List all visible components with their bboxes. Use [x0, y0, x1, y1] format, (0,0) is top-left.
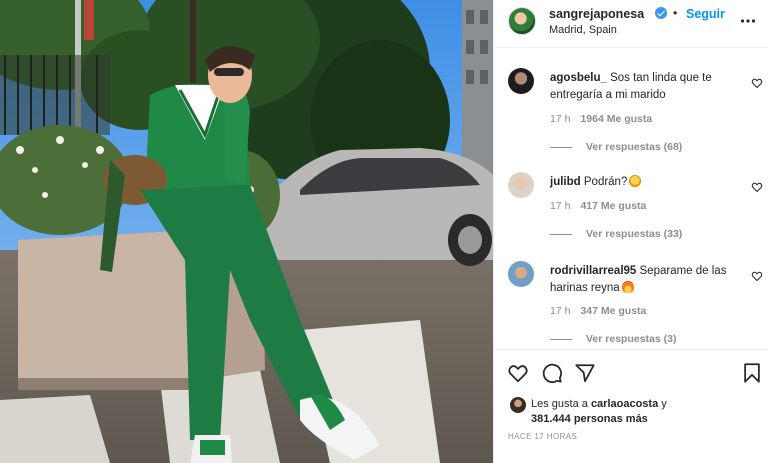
- comment-meta: 17 h 347 Me gusta: [550, 305, 646, 317]
- comment-text: rodrivillarreal95 Separame de las harina…: [550, 263, 746, 297]
- comment-icon[interactable]: [541, 362, 563, 384]
- post-photo[interactable]: [0, 0, 493, 463]
- commenter-avatar[interactable]: [508, 68, 534, 94]
- post-header: sangrejaponesa • Seguir Madrid, Spain: [494, 0, 768, 48]
- post-timestamp[interactable]: HACE 17 HORAS: [508, 432, 577, 441]
- comment-text: julibd Podrán?: [550, 174, 746, 191]
- comment-time[interactable]: 17 h: [550, 113, 570, 125]
- comment-meta: 17 h 417 Me gusta: [550, 200, 646, 212]
- likes-summary: Les gusta a carlaoacosta y 381.444 perso…: [494, 393, 768, 427]
- view-replies-button[interactable]: Ver respuestas (33): [550, 228, 682, 240]
- likes-count[interactable]: 381.444 personas más: [531, 413, 648, 425]
- replies-divider: [550, 233, 572, 235]
- bookmark-icon[interactable]: [741, 362, 763, 384]
- view-replies-label[interactable]: Ver respuestas (3): [586, 333, 676, 345]
- comment-like-heart-icon[interactable]: [751, 181, 763, 193]
- fire-emoji: [621, 281, 634, 293]
- follow-button[interactable]: Seguir: [686, 7, 725, 21]
- likes-prefix: Les gusta a: [531, 398, 588, 410]
- more-options-icon[interactable]: [740, 13, 756, 29]
- view-replies-label[interactable]: Ver respuestas (33): [586, 228, 682, 240]
- liker-avatar[interactable]: [510, 397, 526, 413]
- liker-username[interactable]: carlaoacosta: [591, 398, 658, 410]
- comment-meta: 17 h 1964 Me gusta: [550, 113, 652, 125]
- verified-badge-icon: [655, 7, 667, 19]
- action-bar: [494, 349, 768, 393]
- comment-likes[interactable]: 347 Me gusta: [580, 305, 646, 317]
- likes-suffix: y: [661, 398, 667, 410]
- commenter-avatar[interactable]: [508, 261, 534, 287]
- comment-time[interactable]: 17 h: [550, 200, 570, 212]
- comment-likes[interactable]: 417 Me gusta: [580, 200, 646, 212]
- heart-icon[interactable]: [507, 362, 529, 384]
- comment-time[interactable]: 17 h: [550, 305, 570, 317]
- author-avatar[interactable]: [508, 7, 536, 35]
- view-replies-label[interactable]: Ver respuestas (68): [586, 141, 682, 153]
- comments-list[interactable]: agosbelu_ Sos tan linda que te entregarí…: [494, 48, 768, 348]
- header-separator: •: [673, 6, 678, 20]
- post-location[interactable]: Madrid, Spain: [549, 24, 617, 36]
- commenter-username[interactable]: agosbelu_: [550, 72, 607, 84]
- commenter-username[interactable]: julibd: [550, 176, 581, 188]
- comment-likes[interactable]: 1964 Me gusta: [580, 113, 652, 125]
- commenter-username[interactable]: rodrivillarreal95: [550, 265, 636, 277]
- post-sidebar: sangrejaponesa • Seguir Madrid, Spain ag…: [493, 0, 768, 463]
- view-replies-button[interactable]: Ver respuestas (68): [550, 141, 682, 153]
- comment-text: agosbelu_ Sos tan linda que te entregarí…: [550, 70, 746, 104]
- commenter-avatar[interactable]: [508, 172, 534, 198]
- replies-divider: [550, 338, 572, 340]
- comment-body: Podrán?: [583, 176, 628, 188]
- post-image: [0, 0, 493, 463]
- star-struck-emoji: [629, 175, 642, 187]
- likes-text: Les gusta a carlaoacosta y 381.444 perso…: [531, 397, 667, 427]
- view-replies-button[interactable]: Ver respuestas (3): [550, 333, 676, 345]
- share-icon[interactable]: [574, 362, 596, 384]
- comment-like-heart-icon[interactable]: [751, 270, 763, 282]
- replies-divider: [550, 146, 572, 148]
- author-username[interactable]: sangrejaponesa: [549, 7, 644, 21]
- comment-like-heart-icon[interactable]: [751, 77, 763, 89]
